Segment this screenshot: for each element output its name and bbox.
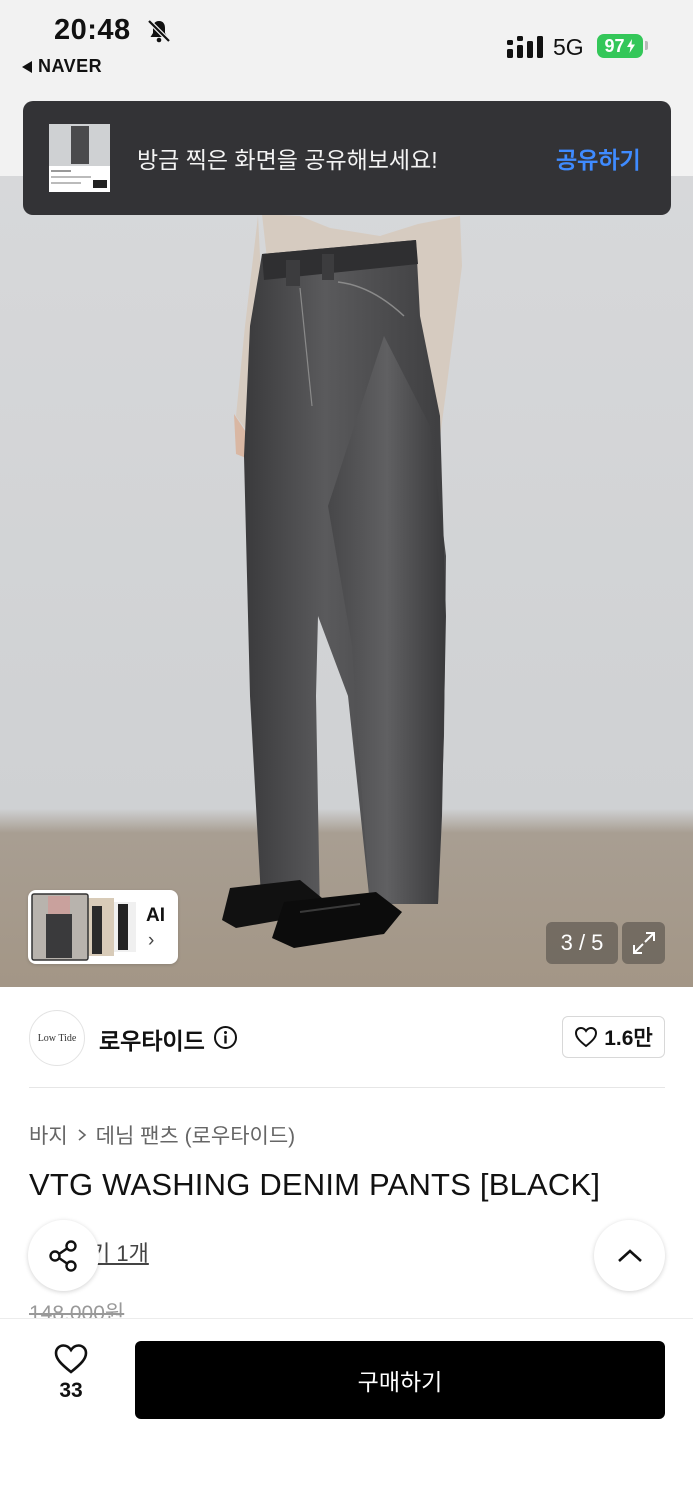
product-title: VTG WASHING DENIM PANTS [BLACK] bbox=[29, 1167, 601, 1202]
product-image[interactable] bbox=[0, 176, 693, 987]
network-type: 5G bbox=[553, 34, 584, 60]
share-toast: 방금 찍은 화면을 공유해보세요! 공유하기 bbox=[23, 101, 671, 215]
ai-label: AI bbox=[146, 905, 165, 926]
wishlist-button[interactable]: 33 bbox=[44, 1343, 98, 1403]
heart-icon bbox=[575, 1026, 598, 1048]
signal-icon bbox=[507, 36, 543, 58]
brand-like-button[interactable]: 1.6만 bbox=[562, 1016, 665, 1058]
charging-bolt-icon bbox=[626, 39, 635, 53]
ai-similar-card[interactable]: AI › bbox=[28, 890, 178, 964]
chevron-right-icon bbox=[78, 1129, 86, 1141]
chevron-right-icon: › bbox=[148, 930, 155, 951]
buy-button[interactable]: 구매하기 bbox=[135, 1341, 665, 1419]
share-icon bbox=[48, 1239, 77, 1272]
back-triangle-icon bbox=[22, 60, 32, 73]
back-app-label: NAVER bbox=[38, 56, 103, 76]
breadcrumb-subcategory[interactable]: 데님 팬츠 (로우타이드) bbox=[96, 1120, 296, 1150]
toast-message: 방금 찍은 화면을 공유해보세요! bbox=[137, 147, 438, 173]
divider bbox=[29, 1087, 665, 1088]
brand-name[interactable]: 로우타이드 bbox=[99, 1022, 205, 1056]
info-icon[interactable] bbox=[213, 1025, 238, 1050]
image-counter: 3 / 5 bbox=[546, 922, 618, 964]
status-time: 20:48 bbox=[54, 14, 131, 46]
bottom-action-bar: 33 구매하기 bbox=[0, 1318, 693, 1500]
wishlist-count: 33 bbox=[59, 1379, 83, 1402]
battery-cap bbox=[645, 41, 648, 50]
breadcrumb-category[interactable]: 바지 bbox=[29, 1120, 68, 1150]
back-to-app-link[interactable]: NAVER bbox=[22, 56, 102, 77]
expand-button[interactable] bbox=[622, 922, 665, 964]
battery-icon: 97 bbox=[597, 34, 643, 58]
expand-icon bbox=[632, 932, 655, 954]
ai-thumbnails bbox=[31, 893, 136, 961]
heart-icon bbox=[54, 1344, 88, 1374]
chevron-up-icon bbox=[617, 1248, 642, 1262]
screenshot-thumbnail[interactable] bbox=[49, 124, 110, 192]
brand-logo[interactable]: Low Tide bbox=[29, 1010, 85, 1066]
thumbnail-image bbox=[49, 124, 110, 188]
brand-like-count: 1.6만 bbox=[604, 1027, 653, 1050]
toast-share-button[interactable]: 공유하기 bbox=[556, 141, 641, 175]
product-photo-jeans bbox=[222, 214, 462, 948]
battery-level: 97 bbox=[604, 35, 625, 56]
scroll-top-button[interactable] bbox=[594, 1220, 665, 1291]
breadcrumb: 바지 데님 팬츠 (로우타이드) bbox=[29, 1120, 295, 1150]
share-button[interactable] bbox=[28, 1220, 99, 1291]
bell-slash-icon bbox=[147, 19, 171, 43]
